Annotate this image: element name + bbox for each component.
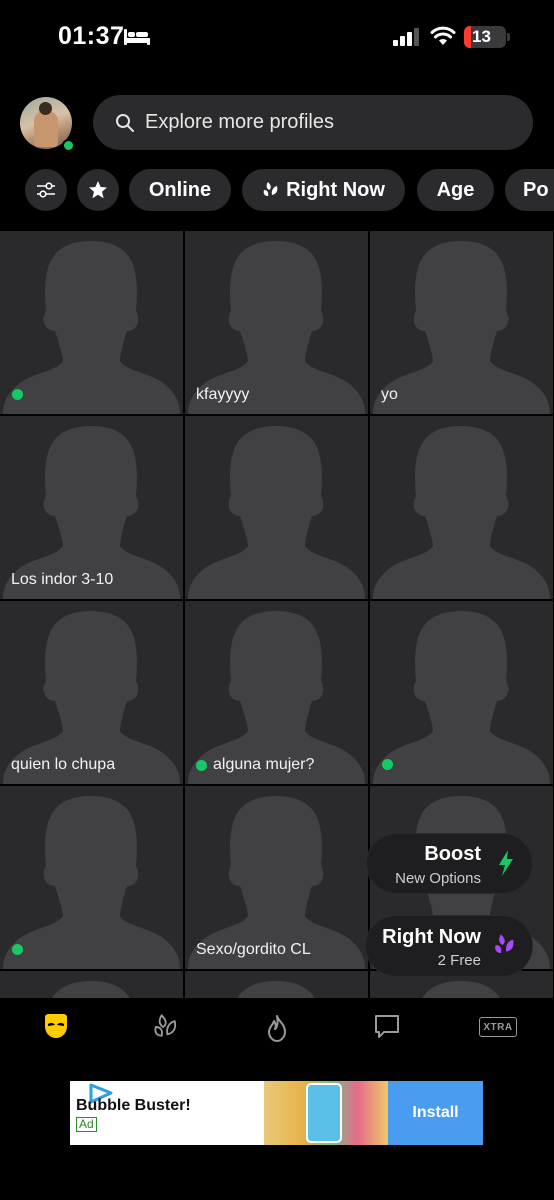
lightning-icon [497,850,515,881]
favorites-filter-button[interactable] [77,169,119,211]
profile-name: yo [381,386,398,404]
tab-inbox-chat-icon[interactable] [374,1014,400,1040]
online-status-dot [12,389,23,400]
battery-level: 13 [472,27,491,46]
online-status-dot [62,139,75,152]
cell-signal-icon [393,28,421,51]
status-time: 01:37 [58,22,125,50]
profile-name: alguna mujer? [196,756,314,774]
tab-xtra-store[interactable]: XTRA [479,1017,517,1037]
right-now-icon [262,181,280,199]
profile-card[interactable] [370,601,553,784]
online-status-dot [196,759,207,771]
ad-badge: Ad [76,1117,97,1132]
status-bar: 01:37 13 [0,0,554,76]
profile-card[interactable]: Sexo/gordito CL [185,786,368,969]
star-icon [88,180,108,200]
age-filter-chip[interactable]: Age [417,169,494,211]
profile-card[interactable] [0,231,183,414]
right-now-subtitle: 2 Free [437,952,481,969]
profile-card[interactable] [370,416,553,599]
search-bar[interactable]: Explore more profiles [93,95,533,150]
tab-interest-flame-icon[interactable] [264,1014,290,1042]
profile-name-text: kfayyyy [196,386,250,403]
profile-name: quien lo chupa [11,756,115,774]
profile-name: kfayyyy [196,386,249,404]
online-status-dot [382,759,393,770]
boost-title: Boost [424,843,481,865]
right-now-filter-label: Right Now [286,178,385,201]
boost-button[interactable]: Boost New Options [367,834,532,893]
filter-bar: Online Right Now Age Po [0,169,554,211]
wifi-icon [430,26,456,51]
profile-name-text: Los indor 3-10 [11,571,114,588]
right-now-drops-icon [493,933,517,962]
battery-indicator: 13 [464,26,506,48]
right-now-filter-chip[interactable]: Right Now [242,169,405,211]
profile-name-text: alguna mujer? [213,756,315,773]
position-filter-chip[interactable]: Po [505,169,554,211]
online-filter-chip[interactable]: Online [129,169,231,211]
profile-card[interactable] [0,971,183,998]
age-filter-label: Age [436,178,475,201]
profile-card[interactable]: alguna mujer? [185,601,368,784]
boost-subtitle: New Options [395,870,481,887]
sliders-icon [36,181,56,199]
search-icon [115,113,135,133]
filter-settings-button[interactable] [25,169,67,211]
profile-card[interactable] [185,416,368,599]
right-now-title: Right Now [382,926,481,948]
profile-name-text: quien lo chupa [11,756,116,773]
right-now-button[interactable]: Right Now 2 Free [366,916,532,976]
ad-image [264,1081,388,1145]
position-filter-label: Po [523,178,549,201]
ad-install-button[interactable]: Install [388,1081,483,1145]
tab-browse-mask-icon[interactable] [42,1014,70,1038]
profile-card[interactable]: kfayyyy [185,231,368,414]
ad-title: Bubble Buster! [76,1097,191,1114]
ad-banner[interactable]: Bubble Buster! Ad Install [70,1081,483,1145]
online-filter-label: Online [148,178,212,201]
online-status-dot [12,944,23,955]
profile-name: Los indor 3-10 [11,571,113,589]
search-placeholder: Explore more profiles [145,111,334,133]
profile-card[interactable]: Los indor 3-10 [0,416,183,599]
profile-card[interactable]: yo [370,231,553,414]
tab-bar: XTRA [0,998,554,1064]
tab-right-now-icon[interactable] [153,1014,179,1040]
profile-name-text: Sexo/gordito CL [196,941,311,958]
profile-card[interactable] [0,786,183,969]
profile-card[interactable] [185,971,368,998]
profile-name: Sexo/gordito CL [196,941,311,959]
profile-card[interactable]: quien lo chupa [0,601,183,784]
profile-name-text: yo [381,386,398,403]
sleep-mode-icon [124,28,150,51]
